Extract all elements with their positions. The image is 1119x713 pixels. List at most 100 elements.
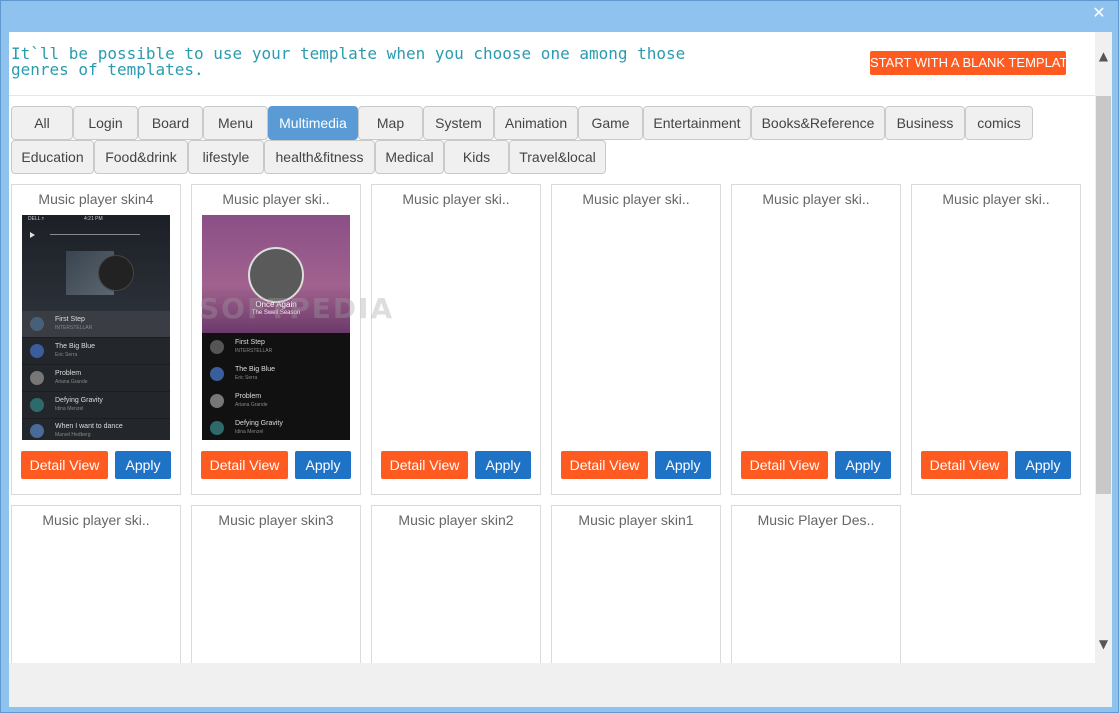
- scroll-up-icon[interactable]: ▲: [1095, 48, 1112, 64]
- tab-kids[interactable]: Kids: [444, 140, 509, 174]
- template-card[interactable]: Music player skin2: [371, 505, 541, 663]
- track-thumb-icon: [210, 367, 224, 381]
- tab-game[interactable]: Game: [578, 106, 643, 140]
- tab-education[interactable]: Education: [11, 140, 94, 174]
- tab-menu[interactable]: Menu: [203, 106, 268, 140]
- template-card[interactable]: Music Player Des..: [731, 505, 901, 663]
- app-window: ✕ It`ll be possible to use your template…: [0, 0, 1119, 713]
- apply-button[interactable]: Apply: [295, 451, 351, 479]
- detail-view-button[interactable]: Detail View: [381, 451, 468, 479]
- close-icon[interactable]: ✕: [1088, 3, 1110, 23]
- template-title: Music player ski..: [222, 191, 330, 207]
- list-item: First Step INTERSTELLAR: [22, 311, 170, 337]
- track-title: The Big Blue: [235, 366, 276, 373]
- template-title: Music player skin2: [398, 512, 514, 528]
- template-preview: Once Again The Swell Season First Step I…: [202, 215, 350, 440]
- template-title: Music player ski..: [942, 191, 1050, 207]
- track-title: Defying Gravity: [55, 397, 103, 404]
- tab-travel-local[interactable]: Travel&local: [509, 140, 606, 174]
- track-thumb-icon: [30, 344, 44, 358]
- template-browser: It`ll be possible to use your template w…: [9, 32, 1095, 663]
- tab-animation[interactable]: Animation: [494, 106, 578, 140]
- template-card[interactable]: Music player ski..: [11, 505, 181, 663]
- list-item: Defying Gravity Idina Menzel: [202, 415, 350, 440]
- apply-button[interactable]: Apply: [655, 451, 711, 479]
- list-item: Problem Ariana Grande: [22, 365, 170, 391]
- list-item: Defying Gravity Idina Menzel: [22, 392, 170, 418]
- track-thumb-icon: [210, 421, 224, 435]
- track-artist: INTERSTELLAR: [55, 325, 93, 331]
- track-title: Defying Gravity: [235, 420, 283, 427]
- template-card[interactable]: Music player ski.. Detail View Apply: [551, 184, 721, 495]
- tab-health-fitness[interactable]: health&fitness: [264, 140, 375, 174]
- play-icon: [30, 232, 35, 238]
- vinyl-disc-icon: [98, 255, 134, 291]
- tab-login[interactable]: Login: [73, 106, 138, 140]
- track-artist: Idina Menzel: [235, 429, 264, 435]
- apply-button[interactable]: Apply: [1015, 451, 1071, 479]
- genre-tab-row-2: Education Food&drink lifestyle health&fi…: [11, 140, 1091, 174]
- genre-instructions: It`ll be possible to use your template w…: [11, 44, 686, 79]
- track-artist: Eric Serra: [235, 375, 258, 381]
- apply-button[interactable]: Apply: [475, 451, 531, 479]
- track-title: Problem: [55, 370, 82, 377]
- tab-system[interactable]: System: [423, 106, 494, 140]
- template-card[interactable]: Music player ski.. Detail View Apply: [911, 184, 1081, 495]
- softpedia-watermark: SOFTPEDIA: [199, 292, 395, 325]
- list-item: The Big Blue Eric Serra: [202, 361, 350, 387]
- detail-view-button[interactable]: Detail View: [21, 451, 108, 479]
- template-title: Music Player Des..: [757, 512, 875, 528]
- apply-button[interactable]: Apply: [115, 451, 171, 479]
- tab-medical[interactable]: Medical: [375, 140, 444, 174]
- scrollbar-thumb[interactable]: [1096, 96, 1111, 494]
- track-artist: Ariana Grande: [55, 379, 88, 385]
- track-thumb-icon: [210, 394, 224, 408]
- template-card[interactable]: Music player skin1: [551, 505, 721, 663]
- track-list: First Step INTERSTELLAR The Big Blue Eri…: [22, 311, 170, 440]
- track-artist: Idina Menzel: [55, 406, 84, 412]
- template-card[interactable]: Music player ski.. Detail View Apply: [371, 184, 541, 495]
- scroll-down-icon[interactable]: ▼: [1095, 636, 1112, 652]
- tab-business[interactable]: Business: [885, 106, 965, 140]
- detail-view-button[interactable]: Detail View: [561, 451, 648, 479]
- template-card[interactable]: Music player skin3: [191, 505, 361, 663]
- track-artist: Eric Serra: [55, 352, 78, 358]
- tab-comics[interactable]: comics: [965, 106, 1033, 140]
- track-title: When I want to dance: [55, 423, 123, 430]
- track-thumb-icon: [30, 424, 44, 438]
- tab-lifestyle[interactable]: lifestyle: [188, 140, 264, 174]
- list-item: First Step INTERSTELLAR: [202, 334, 350, 360]
- template-title: Music player skin4: [38, 191, 154, 207]
- tab-food-drink[interactable]: Food&drink: [94, 140, 188, 174]
- genre-tabs: All Login Board Menu Multimedia Map Syst…: [11, 106, 1091, 174]
- start-blank-template-button[interactable]: START WITH A BLANK TEMPLATE: [870, 51, 1076, 75]
- detail-view-button[interactable]: Detail View: [741, 451, 828, 479]
- preview-hero: DELL ᴛ 4:21 PM: [22, 215, 170, 311]
- tab-board[interactable]: Board: [138, 106, 203, 140]
- apply-button[interactable]: Apply: [835, 451, 891, 479]
- template-card[interactable]: Music player ski.. Once Again The Swell …: [191, 184, 361, 495]
- track-artist: INTERSTELLAR: [235, 348, 273, 354]
- template-card[interactable]: Music player ski.. Detail View Apply: [731, 184, 901, 495]
- detail-view-button[interactable]: Detail View: [201, 451, 288, 479]
- preview-time-text: 4:21 PM: [84, 216, 103, 222]
- genre-tab-row-1: All Login Board Menu Multimedia Map Syst…: [11, 106, 1091, 140]
- tab-map[interactable]: Map: [358, 106, 423, 140]
- tab-entertainment[interactable]: Entertainment: [643, 106, 751, 140]
- vertical-scrollbar[interactable]: ▲ ▼: [1095, 32, 1112, 663]
- list-item: Problem Ariana Grande: [202, 388, 350, 414]
- track-artist: Marvel Hedberg: [55, 432, 91, 438]
- track-title: First Step: [55, 316, 85, 323]
- tab-multimedia[interactable]: Multimedia: [268, 106, 358, 140]
- template-card[interactable]: Music player skin4 DELL ᴛ 4:21 PM First …: [11, 184, 181, 495]
- template-title: Music player ski..: [762, 191, 870, 207]
- track-title: The Big Blue: [55, 343, 96, 350]
- header-bar: It`ll be possible to use your template w…: [9, 32, 1095, 96]
- template-title: Music player ski..: [582, 191, 690, 207]
- tab-books-reference[interactable]: Books&Reference: [751, 106, 885, 140]
- detail-view-button[interactable]: Detail View: [921, 451, 1008, 479]
- tab-all[interactable]: All: [11, 106, 73, 140]
- track-thumb-icon: [30, 317, 44, 331]
- track-thumb-icon: [30, 371, 44, 385]
- template-title: Music player skin3: [218, 512, 334, 528]
